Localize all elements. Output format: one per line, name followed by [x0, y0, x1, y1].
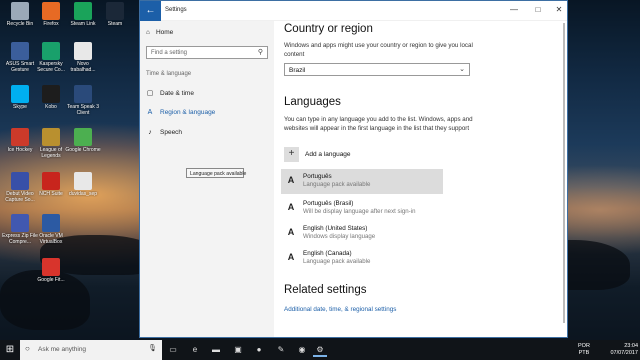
language-glyph-icon: A	[287, 227, 295, 237]
country-description: Windows and apps might use your country …	[284, 42, 473, 58]
sidebar: ⌂ Home Find a setting ⚲ Time & language …	[140, 21, 274, 337]
close-button[interactable]: ✕	[550, 5, 568, 14]
language-item[interactable]: A Português (Brasil) Will be display lang…	[281, 196, 443, 221]
app-icon	[11, 128, 29, 146]
app-icon	[74, 42, 92, 60]
chrome-icon[interactable]: ◉	[295, 343, 309, 357]
microphone-icon: 🎙	[148, 345, 157, 352]
language-item[interactable]: A Português Language pack available	[281, 169, 443, 194]
input-language-indicator[interactable]: POR PTB	[578, 343, 590, 357]
app-icon	[42, 42, 60, 60]
language-glyph-icon: A	[287, 175, 295, 185]
chevron-down-icon: ⌄	[459, 66, 465, 73]
country-select[interactable]: Brazil ⌄	[284, 63, 470, 76]
tooltip: Language pack available	[186, 168, 246, 178]
home-icon: ⌂	[146, 29, 150, 36]
maximize-button[interactable]: □	[529, 5, 547, 14]
language-glyph-icon: A	[287, 252, 295, 262]
back-arrow-icon: ←	[145, 5, 156, 16]
desktop-icon[interactable]: Google Fit...	[33, 258, 69, 283]
firefox-icon[interactable]: ●	[252, 343, 266, 357]
find-setting-input[interactable]: Find a setting ⚲	[146, 46, 268, 59]
desktop-icon[interactable]: Team Speak 3 Client	[65, 85, 101, 116]
window-title: Settings	[165, 7, 187, 13]
edge-icon[interactable]: e	[188, 343, 202, 357]
settings-content: Country or region Windows and apps might…	[281, 21, 564, 337]
desktop-icon[interactable]: Kobo	[33, 85, 69, 110]
app-icon	[106, 2, 124, 20]
app-icon	[11, 214, 29, 232]
back-button[interactable]: ←	[140, 1, 161, 21]
desktop-icon[interactable]: NCH Suite	[33, 172, 69, 197]
app-icon	[74, 172, 92, 190]
app-icon	[42, 85, 60, 103]
desktop-icon[interactable]: Firefox	[33, 2, 69, 27]
sidebar-item-date-time[interactable]: ▢ Date & time	[146, 89, 194, 98]
search-icon: ⚲	[257, 49, 263, 56]
desktop-icon[interactable]: Oracle VM VirtualBox	[33, 214, 69, 245]
store-icon[interactable]: ▣	[231, 343, 245, 357]
app-icon	[42, 258, 60, 276]
app-icon	[74, 2, 92, 20]
file-explorer-icon[interactable]: ▬	[209, 343, 223, 357]
additional-settings-link[interactable]: Additional date, time, & regional settin…	[284, 306, 396, 313]
app-icon	[42, 172, 60, 190]
sidebar-item-speech[interactable]: ♪ Speech	[146, 129, 182, 136]
desktop-icon[interactable]: Steam	[97, 2, 133, 27]
sidebar-section-title: Time & language	[146, 71, 192, 77]
task-view-icon[interactable]: ▭	[166, 343, 180, 357]
plus-icon: +	[284, 147, 299, 162]
language-icon: A	[147, 109, 153, 116]
language-glyph-icon: A	[287, 202, 295, 212]
search-icon: ○	[25, 344, 30, 353]
desktop-icon[interactable]: Kaspersky Secure Co...	[33, 42, 69, 73]
title-bar: ← Settings — □ ✕	[140, 1, 567, 21]
calendar-icon: ▢	[146, 90, 154, 97]
app-icon	[42, 214, 60, 232]
desktop-icon[interactable]: Steam Link	[65, 2, 101, 27]
cortana-search-box[interactable]: ○ Ask me anything 🎙	[20, 340, 162, 360]
sidebar-home[interactable]: ⌂ Home	[146, 29, 173, 36]
paint-icon[interactable]: ✎	[274, 343, 288, 357]
scrollbar[interactable]	[563, 23, 565, 323]
app-icon	[42, 128, 60, 146]
app-icon	[42, 2, 60, 20]
clock[interactable]: 23:04 07/07/2017	[610, 343, 638, 357]
languages-heading: Languages	[284, 96, 341, 108]
desktop-icon[interactable]: League of Legends	[33, 128, 69, 159]
start-button[interactable]: ⊞	[0, 340, 20, 360]
desktop-icon[interactable]: Google Chrome	[65, 128, 101, 153]
desktop-icon[interactable]: duvidas_sep	[65, 172, 101, 197]
country-heading: Country or region	[284, 23, 373, 35]
windows-icon: ⊞	[5, 344, 15, 355]
add-language-button[interactable]: + Add a language	[284, 147, 351, 162]
app-icon	[11, 172, 29, 190]
app-icon	[74, 85, 92, 103]
microphone-icon: ♪	[148, 129, 152, 136]
settings-gear-icon[interactable]: ⚙	[313, 343, 327, 357]
sidebar-item-region-language[interactable]: A Region & language	[146, 109, 216, 116]
app-icon	[11, 2, 29, 20]
app-icon	[11, 85, 29, 103]
related-settings-heading: Related settings	[284, 284, 367, 296]
languages-description: You can type in any language you add to …	[284, 116, 473, 132]
app-icon	[11, 42, 29, 60]
desktop-icon[interactable]: Novo trabalhad...	[65, 42, 101, 73]
app-icon	[74, 128, 92, 146]
language-item[interactable]: A English (Canada) Language pack availabl…	[281, 246, 443, 271]
language-item[interactable]: A English (United States) Windows display…	[281, 221, 443, 246]
taskbar: ⊞ ○ Ask me anything 🎙 ▭ e ▬ ▣ ● ✎ ◉ ⚙ PO…	[0, 340, 640, 360]
minimize-button[interactable]: —	[505, 5, 523, 14]
